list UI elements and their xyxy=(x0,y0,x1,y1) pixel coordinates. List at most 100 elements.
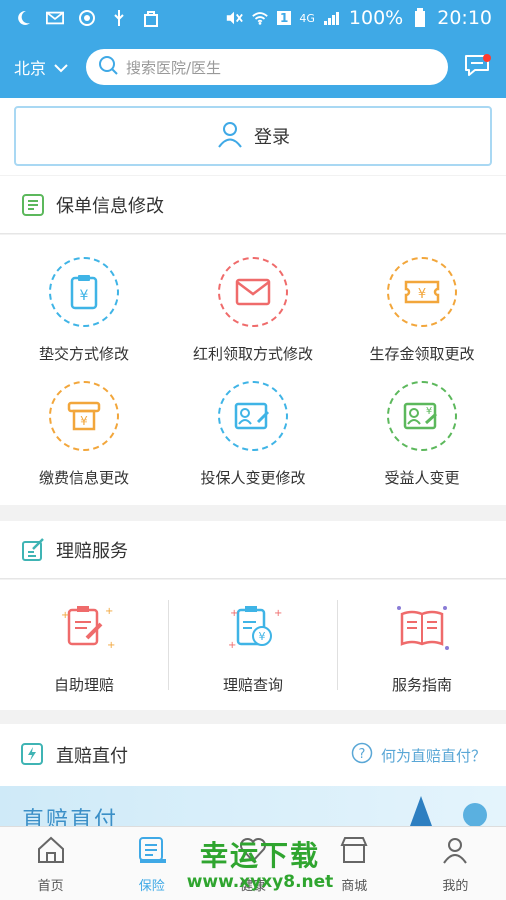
globe-icon xyxy=(463,803,487,826)
claim-item-label: 服务指南 xyxy=(391,676,452,694)
id-card-edit-icon xyxy=(218,381,288,451)
claim-guide[interactable]: 服务指南 xyxy=(338,598,506,695)
policy-item-label: 受益人变更 xyxy=(384,469,460,487)
tab-mine[interactable]: 我的 xyxy=(405,827,506,900)
tab-home[interactable]: 首页 xyxy=(0,827,101,900)
tab-health[interactable]: 健康 xyxy=(202,827,303,900)
policy-item-label: 投保人变更修改 xyxy=(200,469,306,487)
svg-text:¥: ¥ xyxy=(80,414,88,428)
policy-section-header: 保单信息修改 xyxy=(0,176,506,234)
target-icon xyxy=(78,9,96,27)
policy-item-label: 红利领取方式修改 xyxy=(192,345,313,363)
tab-insurance[interactable]: 保险 xyxy=(101,827,202,900)
battery-percent: 100% xyxy=(348,7,404,29)
clock: 20:10 xyxy=(437,7,492,29)
search-placeholder: 搜索医院/医生 xyxy=(126,58,222,77)
bottom-tab-bar: 首页 保险 健康 商城 我的 xyxy=(0,826,506,900)
moon-icon xyxy=(14,9,32,27)
person-icon xyxy=(440,835,470,869)
claim-item-label: 理赔查询 xyxy=(222,676,283,694)
pencil-icon xyxy=(410,796,432,826)
policy-item-survival-fund[interactable]: ¥ 生存金领取更改 xyxy=(338,257,506,364)
wifi-icon xyxy=(251,9,269,27)
mail-icon xyxy=(46,9,64,27)
claims-section-header: 理赔服务 xyxy=(0,521,506,579)
policy-item-label: 缴费信息更改 xyxy=(38,469,129,487)
svg-text:+: + xyxy=(107,640,115,651)
direct-pay-header: 直赔直付 ? 何为直赔直付？ xyxy=(0,724,506,786)
mute-icon xyxy=(225,9,243,27)
city-selector[interactable]: 北京 xyxy=(14,55,84,79)
tab-label: 我的 xyxy=(442,879,469,894)
usb-icon xyxy=(110,9,128,27)
claims-section-title: 理赔服务 xyxy=(56,540,128,562)
heart-icon xyxy=(238,835,268,869)
svg-text:¥: ¥ xyxy=(80,288,89,304)
status-bar: 1 4G 100% 20:10 xyxy=(0,0,506,36)
book-icon xyxy=(338,598,506,662)
policy-section-title: 保单信息修改 xyxy=(56,195,164,217)
policy-grid: ¥ 垫交方式修改 红利领取方式修改 ¥ 生存金领取更改 ¥ 缴费信息更改 投保人… xyxy=(0,235,506,505)
search-input[interactable]: 搜索医院/医生 xyxy=(86,49,448,85)
tab-label: 保险 xyxy=(138,879,165,894)
tab-label: 健康 xyxy=(240,879,267,894)
direct-pay-help-link[interactable]: ? 何为直赔直付？ xyxy=(351,742,486,768)
claim-self-service[interactable]: + + + 自助理赔 xyxy=(0,598,168,695)
atm-yuan-icon: ¥ xyxy=(49,381,119,451)
city-label: 北京 xyxy=(14,59,47,78)
policy-item-label: 垫交方式修改 xyxy=(38,345,129,363)
claims-grid: + + + 自助理赔 ¥ + + + 理赔查询 服务指南 xyxy=(0,580,506,710)
banner-title: 直赔直付 xyxy=(22,808,119,826)
tab-label: 商城 xyxy=(341,879,368,894)
svg-text:+: + xyxy=(230,608,238,619)
edit-doc-icon xyxy=(20,537,46,563)
clipboard-yuan-icon: ¥ xyxy=(49,257,119,327)
scroll-doc-icon xyxy=(137,835,167,869)
direct-pay-title: 直赔直付 xyxy=(56,746,128,767)
lightning-icon xyxy=(20,742,46,768)
policy-item-applicant-change[interactable]: 投保人变更修改 xyxy=(169,381,337,488)
svg-text:¥: ¥ xyxy=(426,406,432,417)
svg-text:¥: ¥ xyxy=(418,287,426,302)
tab-label: 首页 xyxy=(37,879,64,894)
policy-item-beneficiary-change[interactable]: ¥ 受益人变更 xyxy=(338,381,506,488)
search-icon xyxy=(98,55,118,79)
login-button[interactable]: 登录 xyxy=(14,106,492,166)
claim-query[interactable]: ¥ + + + 理赔查询 xyxy=(169,598,337,695)
user-icon xyxy=(216,120,244,153)
svg-text:+: + xyxy=(105,606,113,617)
svg-text:+: + xyxy=(228,640,236,651)
ticket-yuan-icon: ¥ xyxy=(387,257,457,327)
network-label: 4G xyxy=(299,11,315,25)
question-icon: ? xyxy=(351,742,373,768)
login-area: 登录 xyxy=(0,98,506,175)
home-icon xyxy=(36,835,66,869)
svg-text:?: ? xyxy=(359,747,366,762)
sim-indicator: 1 xyxy=(277,11,292,25)
id-card-yuan-icon: ¥ xyxy=(387,381,457,451)
signal-icon xyxy=(323,9,341,27)
bag-icon xyxy=(142,9,160,27)
envelope-icon xyxy=(218,257,288,327)
notification-dot xyxy=(483,54,491,62)
battery-icon xyxy=(411,8,429,27)
direct-pay-banner[interactable]: 直赔直付 xyxy=(0,786,506,826)
direct-pay-help-text: 何为直赔直付？ xyxy=(380,746,486,765)
chevron-down-icon xyxy=(54,58,68,77)
self-claim-icon: + + + xyxy=(0,598,168,662)
shop-icon xyxy=(339,835,369,869)
policy-item-dividend[interactable]: 红利领取方式修改 xyxy=(169,257,337,364)
svg-text:¥: ¥ xyxy=(259,630,266,643)
policy-item-payment-info[interactable]: ¥ 缴费信息更改 xyxy=(0,381,168,488)
message-button[interactable] xyxy=(462,52,492,82)
top-header: 北京 搜索医院/医生 xyxy=(0,36,506,98)
login-label: 登录 xyxy=(254,127,290,148)
claim-item-label: 自助理赔 xyxy=(53,676,114,694)
svg-text:+: + xyxy=(274,608,282,619)
policy-item-label: 生存金领取更改 xyxy=(369,345,475,363)
list-doc-icon xyxy=(20,192,46,218)
svg-text:+: + xyxy=(61,610,69,621)
policy-item-payment-method[interactable]: ¥ 垫交方式修改 xyxy=(0,257,168,364)
claim-query-icon: ¥ + + + xyxy=(169,598,337,662)
tab-mall[interactable]: 商城 xyxy=(304,827,405,900)
